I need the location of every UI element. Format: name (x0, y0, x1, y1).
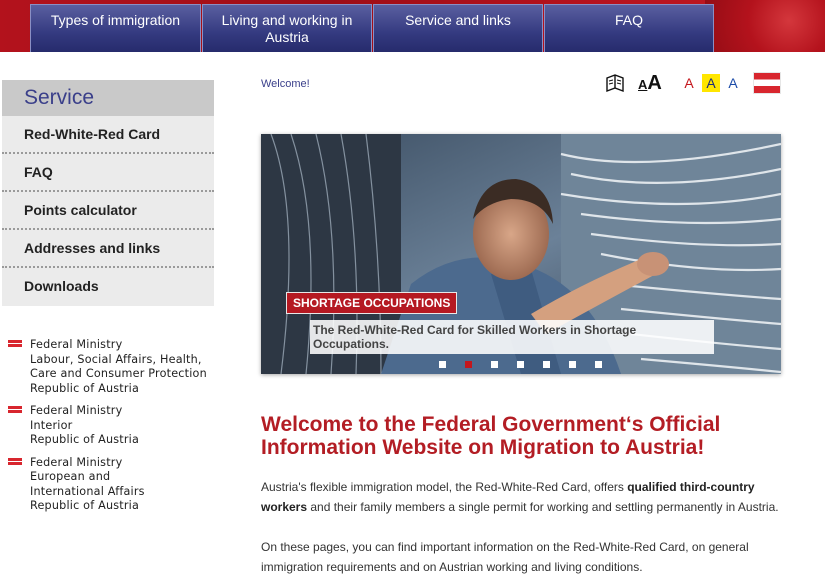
slide-tag: SHORTAGE OCCUPATIONS (286, 292, 458, 314)
ministry-name: Federal Ministry Interior Republic of Au… (30, 404, 140, 446)
welcome-link[interactable]: Welcome! (261, 78, 310, 90)
ministry-name: Federal Ministry European and Internatio… (30, 455, 145, 513)
sidebar-item-red-white-red-card[interactable]: Red-White-Red Card (2, 116, 214, 154)
slider-dot[interactable] (517, 361, 524, 368)
book-reader-icon[interactable] (604, 72, 626, 94)
slider-dot[interactable] (543, 361, 550, 368)
austrian-flag-icon (8, 457, 22, 468)
font-size-small: A (638, 77, 648, 92)
ministry-links: Federal Ministry Labour, Social Affairs,… (8, 338, 218, 522)
slider-dot[interactable] (595, 361, 602, 368)
austrian-flag-icon (8, 340, 22, 350)
nav-types-of-immigration[interactable]: Types of immigration (30, 4, 201, 52)
slider-dot[interactable] (439, 361, 446, 368)
font-size-toggle[interactable]: AA (638, 72, 662, 95)
slider-dots (439, 361, 621, 368)
slide-caption: The Red-White-Red Card for Skilled Worke… (310, 320, 714, 354)
sidebar-menu: Red-White-Red Card FAQ Points calculator… (2, 116, 214, 306)
slider-dot-active[interactable] (465, 361, 472, 368)
slider-dot[interactable] (491, 361, 498, 368)
ministry-link-interior[interactable]: Federal Ministry Interior Republic of Au… (8, 404, 218, 448)
nav-service-and-links[interactable]: Service and links (373, 4, 543, 52)
main-navigation: Types of immigration Living and working … (30, 4, 715, 52)
info-paragraph: On these pages, you can find important i… (261, 540, 749, 574)
ministry-link-european-affairs[interactable]: Federal Ministry European and Internatio… (8, 456, 218, 514)
font-size-big: A (647, 72, 662, 94)
hero-slider[interactable]: SHORTAGE OCCUPATIONS The Red-White-Red C… (261, 134, 781, 374)
nav-faq[interactable]: FAQ (544, 4, 714, 52)
slider-dot[interactable] (569, 361, 576, 368)
sidebar-item-addresses-and-links[interactable]: Addresses and links (2, 230, 214, 268)
contrast-blue-button[interactable]: A (724, 74, 742, 92)
page-headline: Welcome to the Federal Government‘s Offi… (261, 413, 721, 459)
sidebar-item-downloads[interactable]: Downloads (2, 268, 214, 306)
ministry-name: Federal Ministry Labour, Social Affairs,… (30, 338, 207, 395)
contrast-high-button[interactable]: A (702, 74, 720, 92)
ministry-link-labour[interactable]: Federal Ministry Labour, Social Affairs,… (8, 338, 218, 396)
sidebar-item-points-calculator[interactable]: Points calculator (2, 192, 214, 230)
contrast-default-button[interactable]: A (680, 74, 698, 92)
sidebar-item-faq[interactable]: FAQ (2, 154, 214, 192)
sidebar-title: Service (2, 80, 214, 116)
intro-paragraph: Austria's flexible immigration model, th… (261, 480, 779, 514)
nav-living-and-working[interactable]: Living and working in Austria (202, 4, 372, 52)
austrian-flag-icon (8, 406, 22, 416)
austrian-flag-icon[interactable] (754, 73, 780, 93)
